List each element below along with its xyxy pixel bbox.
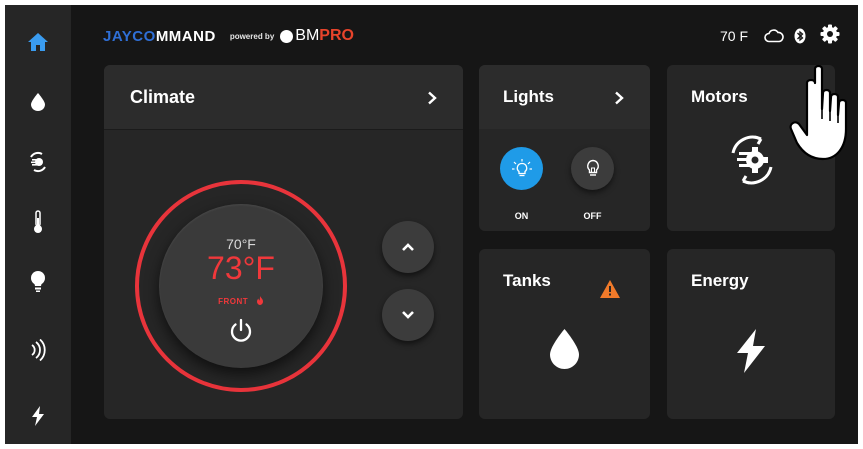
sidebar-item-energy[interactable] xyxy=(5,391,71,441)
chevron-up-icon xyxy=(402,243,414,251)
water-drop-icon xyxy=(550,329,579,369)
motors-title: Motors xyxy=(691,87,748,106)
brand-jayco: JAYC xyxy=(103,27,144,45)
sidebar-item-climate[interactable] xyxy=(5,197,71,247)
lightbulb-off-icon xyxy=(586,159,599,176)
app-window: JAYC O MMAND powered by BM PRO 70 F Clim… xyxy=(5,5,858,444)
brand-command: MMAND xyxy=(155,27,216,45)
sidebar-item-lights[interactable] xyxy=(5,257,71,307)
lightning-icon xyxy=(737,329,765,373)
motor-gear-icon xyxy=(731,135,773,185)
header: JAYC O MMAND powered by BM PRO 70 F xyxy=(71,5,858,63)
lights-on-button[interactable] xyxy=(500,147,543,190)
thermostat-dial[interactable]: 70°F 73°F FRONT xyxy=(159,204,323,368)
chevron-right-icon[interactable] xyxy=(427,91,437,105)
energy-card[interactable]: Energy xyxy=(667,249,835,419)
sidebar-item-home[interactable] xyxy=(5,17,71,67)
motors-card[interactable]: Motors xyxy=(667,65,835,231)
bmpro-badge-icon xyxy=(280,29,294,43)
energy-title: Energy xyxy=(691,271,749,290)
water-drop-icon xyxy=(31,93,45,111)
chevron-down-icon xyxy=(402,311,414,319)
home-icon xyxy=(28,33,48,51)
motor-gear-icon xyxy=(30,151,46,173)
thermometer-icon xyxy=(34,210,42,233)
warning-icon xyxy=(600,280,620,298)
signal-waves-icon xyxy=(31,339,46,361)
climate-title: Climate xyxy=(130,87,196,107)
lightbulb-glow-icon xyxy=(511,158,532,176)
brand-pro: PRO xyxy=(319,27,354,44)
climate-card-header[interactable]: Climate xyxy=(104,65,463,130)
temp-up-button[interactable] xyxy=(382,221,434,273)
zone-label: FRONT xyxy=(159,296,323,306)
lights-on-label: ON xyxy=(514,211,529,221)
cloud-icon xyxy=(764,29,784,43)
temp-down-button[interactable] xyxy=(382,289,434,341)
status-area: 70 F xyxy=(719,24,840,49)
chevron-right-icon[interactable] xyxy=(614,91,624,105)
lights-title: Lights xyxy=(503,87,554,106)
lightning-icon xyxy=(32,406,44,426)
bluetooth-icon xyxy=(794,28,806,44)
sidebar-item-motors[interactable] xyxy=(5,137,71,187)
lightbulb-icon xyxy=(31,271,45,292)
lights-card[interactable]: Lights ON OFF xyxy=(479,65,650,231)
brand-logo: JAYC O MMAND powered by BM PRO xyxy=(103,24,354,48)
power-icon[interactable] xyxy=(227,317,255,345)
sidebar-item-water[interactable] xyxy=(5,77,71,127)
zone-name: FRONT xyxy=(218,297,249,306)
tanks-title: Tanks xyxy=(503,271,551,290)
sidebar xyxy=(5,5,71,444)
powered-by-text: powered by xyxy=(229,31,275,41)
brand-bm: BM xyxy=(295,27,320,44)
set-temperature: 73°F xyxy=(207,250,275,286)
gear-icon[interactable] xyxy=(820,24,840,49)
tanks-card[interactable]: Tanks xyxy=(479,249,650,419)
flame-icon xyxy=(256,296,263,305)
climate-card[interactable]: Climate 70°F 73°F FRONT xyxy=(104,65,463,419)
lights-card-header[interactable]: Lights xyxy=(479,65,650,129)
sidebar-item-signal[interactable] xyxy=(5,325,71,375)
brand-o: O xyxy=(143,27,156,45)
outside-temperature: 70 F xyxy=(719,28,748,44)
lights-off-label: OFF xyxy=(583,211,602,221)
lights-off-button[interactable] xyxy=(571,147,614,190)
